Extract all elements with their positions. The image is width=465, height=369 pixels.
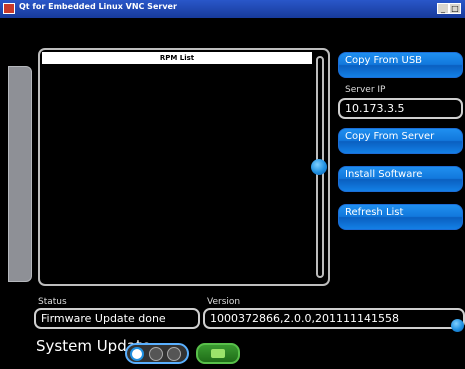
scrollbar-thumb[interactable] <box>311 159 327 175</box>
status-label: Status <box>38 297 67 307</box>
battery-button[interactable] <box>196 343 240 364</box>
copy-from-server-button[interactable]: Copy From Server <box>338 128 463 154</box>
window-title: Qt for Embedded Linux VNC Server <box>19 2 177 11</box>
minimize-button[interactable]: _ <box>437 3 449 14</box>
status-field: Firmware Update done <box>34 308 200 329</box>
battery-icon <box>211 349 225 358</box>
version-field: 1000372866,2.0.0,201111141558 <box>203 308 465 329</box>
window-titlebar: Qt for Embedded Linux VNC Server _ □ <box>0 0 465 19</box>
server-ip-label: Server IP <box>345 85 386 95</box>
page-dot-active[interactable] <box>130 347 144 361</box>
rpm-list-header: RPM List <box>42 52 312 64</box>
install-software-button[interactable]: Install Software <box>338 166 463 192</box>
maximize-button[interactable]: □ <box>449 3 461 14</box>
server-ip-field[interactable]: 10.173.3.5 <box>338 98 463 119</box>
app-icon <box>3 3 15 14</box>
page-indicator-group[interactable] <box>125 343 189 364</box>
help-icon[interactable] <box>451 319 464 332</box>
app-frame: RPM List Copy From USB Server IP 10.173.… <box>0 18 465 369</box>
rpm-list[interactable]: RPM List <box>38 48 330 286</box>
copy-from-usb-button[interactable]: Copy From USB <box>338 52 463 78</box>
page-dot-3[interactable] <box>167 347 181 361</box>
side-drawer-handle[interactable] <box>8 66 32 282</box>
refresh-list-button[interactable]: Refresh List <box>338 204 463 230</box>
version-label: Version <box>207 297 241 307</box>
page-dot-2[interactable] <box>149 347 163 361</box>
